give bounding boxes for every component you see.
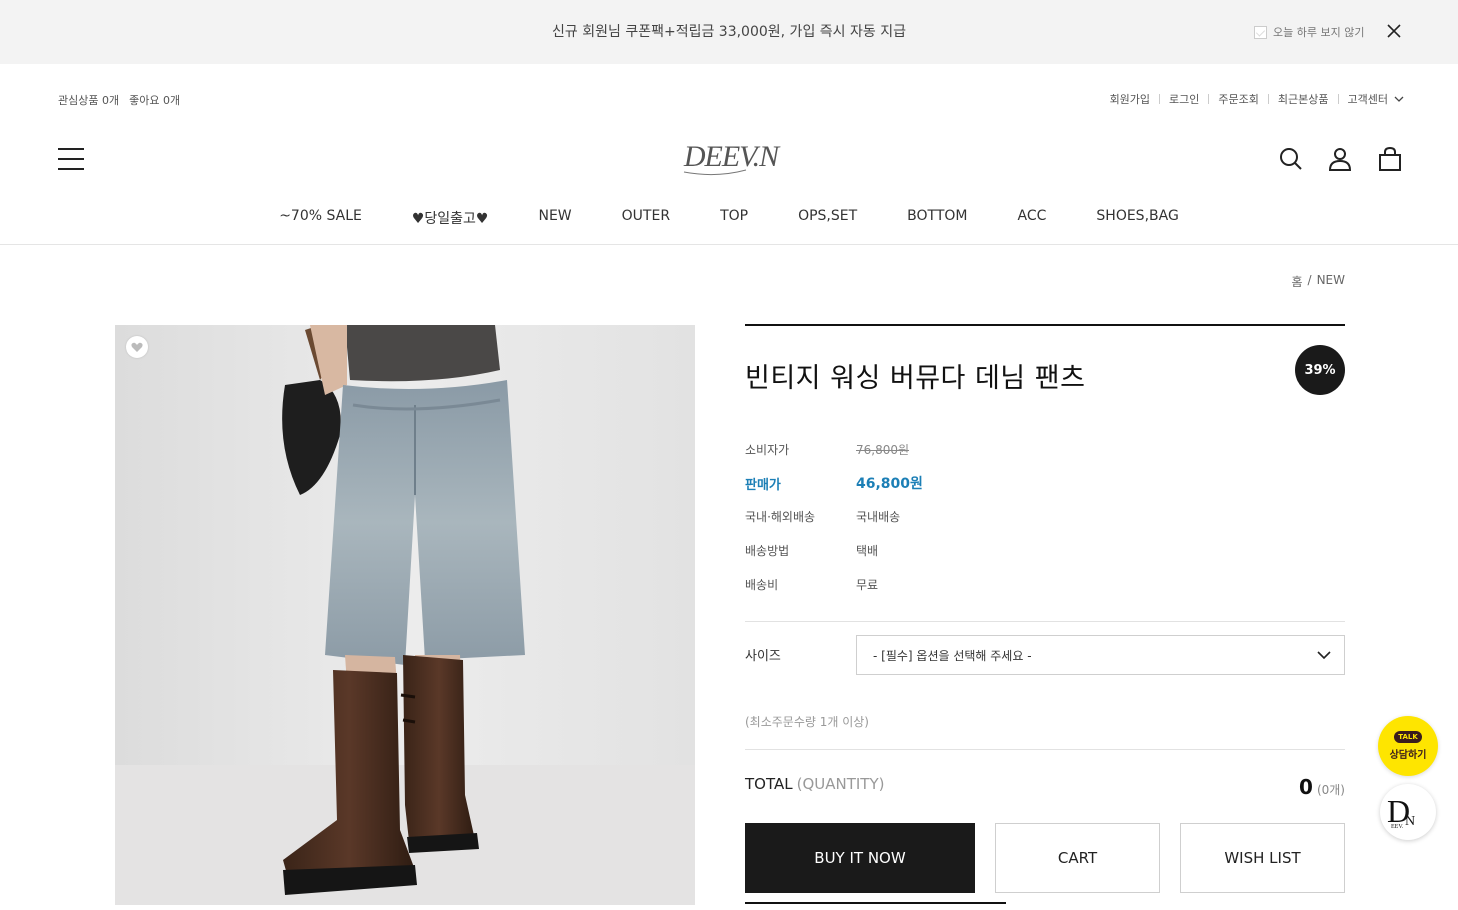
brand-mark-icon: D N EEV. xyxy=(1387,793,1415,830)
min-order-note: (최소주문수량 1개 이상) xyxy=(745,715,869,729)
divider xyxy=(745,621,1345,622)
nav-item-sale[interactable]: ~70% SALE xyxy=(254,208,387,228)
utility-right: 회원가입 로그인 주문조회 최근본상품 고객센터 xyxy=(1110,91,1404,107)
consumer-price-value: 76,800원 xyxy=(856,443,910,457)
product-title: 빈티지 워싱 버뮤다 데님 팬츠 xyxy=(745,363,1086,394)
nav-item-acc[interactable]: ACC xyxy=(993,208,1072,228)
banner-dismiss-label: 오늘 하루 보지 않기 xyxy=(1273,26,1365,39)
menu-icon[interactable] xyxy=(58,148,84,170)
brand-logo[interactable]: DEEV.N xyxy=(676,136,786,180)
customer-center-link[interactable]: 고객센터 xyxy=(1348,91,1388,107)
divider xyxy=(1267,94,1269,104)
sale-price-label: 판매가 xyxy=(745,478,781,493)
sale-price-value: 46,800원 xyxy=(856,476,923,492)
chevron-down-icon[interactable] xyxy=(1394,95,1404,103)
nav-item-bottom[interactable]: BOTTOM xyxy=(882,208,992,228)
cart-bag-icon[interactable] xyxy=(1377,146,1403,172)
shipping-method-label: 배송방법 xyxy=(745,544,790,558)
search-icon[interactable] xyxy=(1278,146,1304,172)
brand-float-button[interactable]: D N EEV. xyxy=(1380,784,1436,840)
banner-text: 신규 회원님 쿠폰팩+적립금 33,000원, 가입 즉시 자동 지급 xyxy=(552,24,906,40)
divider xyxy=(0,244,1458,245)
size-select[interactable]: - [필수] 옵션을 선택해 주세요 - xyxy=(856,635,1345,675)
size-select-value: - [필수] 옵션을 선택해 주세요 - xyxy=(873,648,1032,663)
shipping-method-value: 택배 xyxy=(856,544,879,558)
nav-item-ops-set[interactable]: OPS,SET xyxy=(773,208,882,228)
nav-item-shoes-bag[interactable]: SHOES,BAG xyxy=(1071,208,1203,228)
wishlist-count-link[interactable]: 관심상품 0개 xyxy=(58,92,119,108)
wish-list-button[interactable]: WISH LIST xyxy=(1180,823,1345,893)
nav-item-outer[interactable]: OUTER xyxy=(597,208,695,228)
divider xyxy=(1208,94,1210,104)
divider xyxy=(745,749,1345,750)
total-count: (0개) xyxy=(1316,783,1345,797)
add-to-cart-button[interactable]: CART xyxy=(995,823,1160,893)
total-label-text: TOTAL xyxy=(745,775,793,793)
breadcrumb: 홈 / NEW xyxy=(1291,273,1345,290)
order-lookup-link[interactable]: 주문조회 xyxy=(1218,91,1258,107)
heart-icon[interactable] xyxy=(126,336,148,358)
breadcrumb-current[interactable]: NEW xyxy=(1317,273,1345,290)
divider xyxy=(745,902,1006,904)
shipping-type-value: 국내배송 xyxy=(856,510,901,524)
shipping-fee-label: 배송비 xyxy=(745,578,779,592)
like-count-link[interactable]: 좋아요 0개 xyxy=(129,92,180,108)
buy-now-button[interactable]: BUY IT NOW xyxy=(745,823,975,893)
kakao-consult-label: 상담하기 xyxy=(1389,750,1427,761)
recent-products-link[interactable]: 최근본상품 xyxy=(1278,91,1329,107)
total-label: TOTAL (QUANTITY) xyxy=(745,775,884,793)
kakao-talk-button[interactable]: TALK 상담하기 xyxy=(1378,716,1438,776)
shipping-fee-value: 무료 xyxy=(856,578,879,592)
breadcrumb-sep: / xyxy=(1307,273,1312,287)
login-link[interactable]: 로그인 xyxy=(1169,91,1199,107)
nav-item-top[interactable]: TOP xyxy=(695,208,773,228)
breadcrumb-home[interactable]: 홈 xyxy=(1291,273,1302,290)
divider xyxy=(745,324,1345,326)
svg-text:EEV.: EEV. xyxy=(1391,824,1404,830)
close-icon[interactable] xyxy=(1385,22,1403,40)
talk-bubble-icon: TALK xyxy=(1394,731,1422,743)
product-image[interactable] xyxy=(115,325,695,905)
size-option-label: 사이즈 xyxy=(745,649,781,664)
nav-item-new[interactable]: NEW xyxy=(513,208,596,228)
shipping-type-label: 국내·해외배송 xyxy=(745,510,816,524)
user-icon[interactable] xyxy=(1327,146,1353,172)
utility-left: 관심상품 0개 좋아요 0개 xyxy=(58,92,180,108)
total-quantity-label: (QUANTITY) xyxy=(796,775,885,793)
checkbox-icon[interactable] xyxy=(1254,25,1267,39)
logo-text: DEEV.N xyxy=(683,140,781,173)
divider xyxy=(1159,94,1161,104)
discount-badge: 39% xyxy=(1295,345,1345,395)
banner-dismiss-toggle[interactable]: 오늘 하루 보지 않기 xyxy=(1254,24,1364,40)
nav-item-same-day[interactable]: ♥당일출고♥ xyxy=(387,208,514,228)
top-banner: 신규 회원님 쿠폰팩+적립금 33,000원, 가입 즉시 자동 지급 오늘 하… xyxy=(0,0,1458,64)
consumer-price-label: 소비자가 xyxy=(745,443,790,457)
svg-text:N: N xyxy=(1405,814,1415,829)
main-nav: ~70% SALE ♥당일출고♥ NEW OUTER TOP OPS,SET B… xyxy=(0,208,1458,228)
total-price: 0 xyxy=(1299,775,1313,799)
total-value: 0 (0개) xyxy=(1299,775,1345,799)
chevron-down-icon xyxy=(1317,651,1331,660)
divider xyxy=(1337,94,1339,104)
join-link[interactable]: 회원가입 xyxy=(1110,91,1150,107)
